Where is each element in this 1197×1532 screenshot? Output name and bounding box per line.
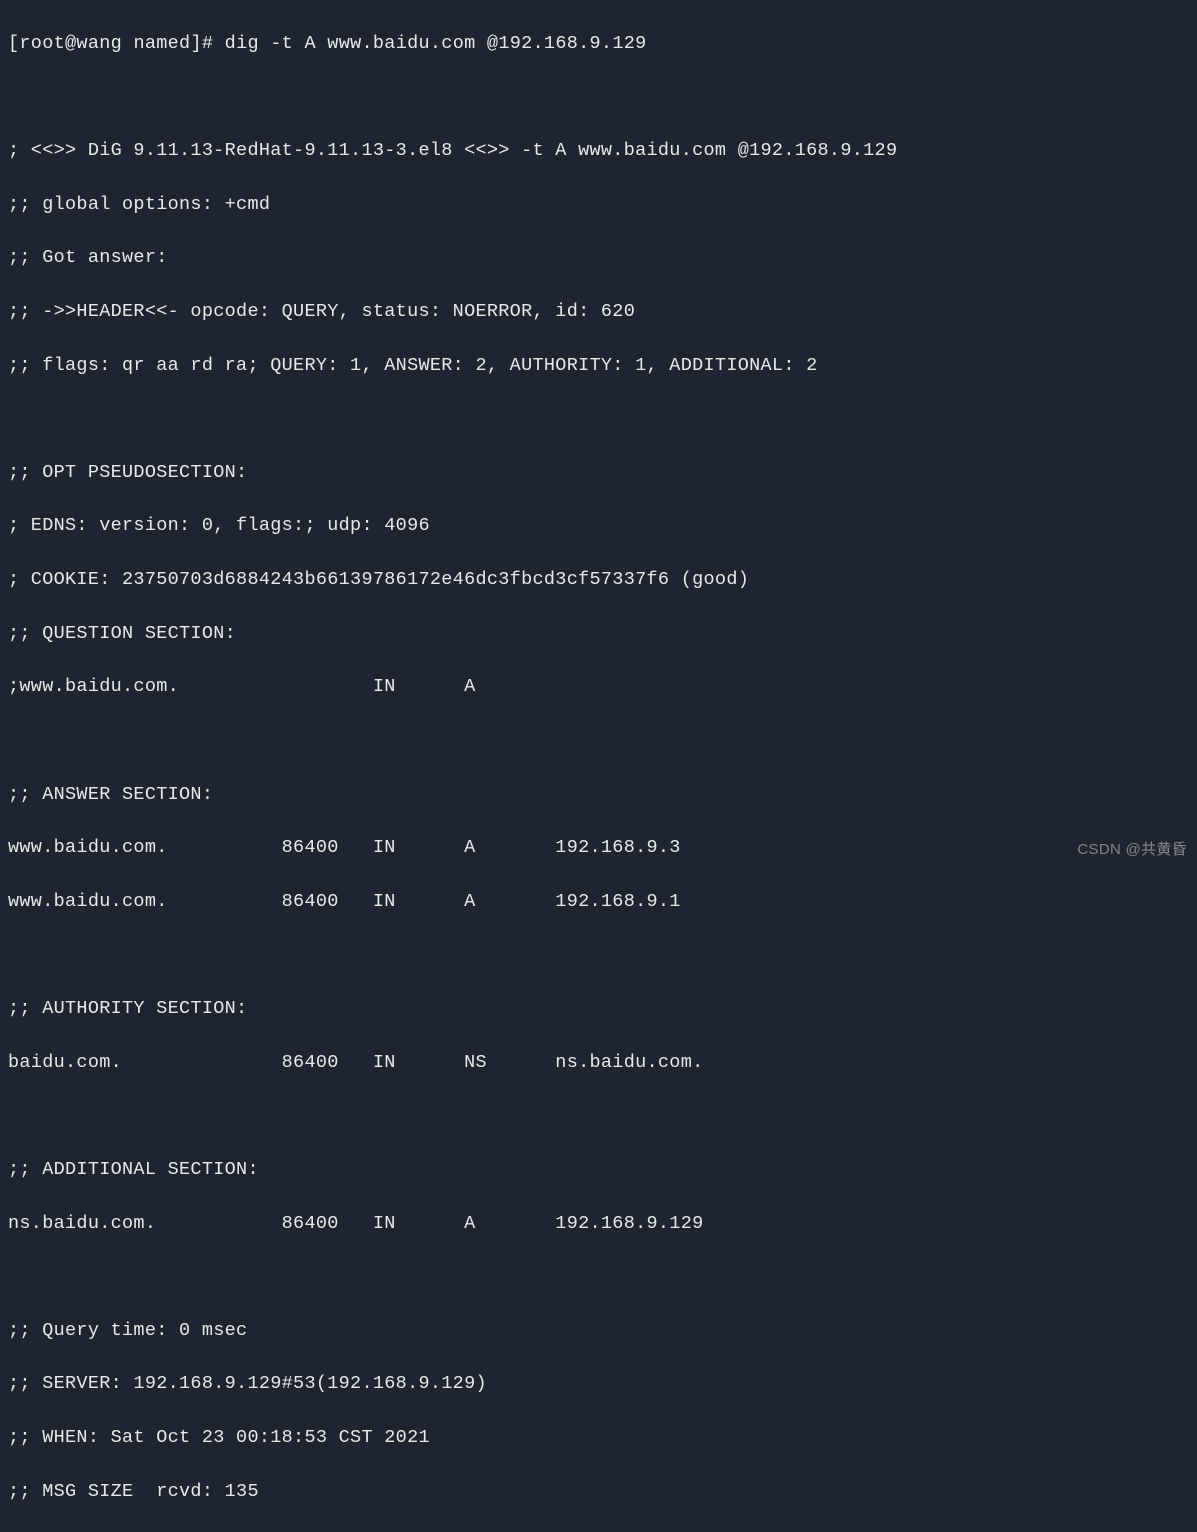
blank-line: [8, 1103, 1189, 1130]
msg-size: ;; MSG SIZE rcvd: 135: [8, 1479, 1189, 1506]
global-options: ;; global options: +cmd: [8, 192, 1189, 219]
header-line: ;; ->>HEADER<<- opcode: QUERY, status: N…: [8, 299, 1189, 326]
blank-line: [8, 728, 1189, 755]
server-line: ;; SERVER: 192.168.9.129#53(192.168.9.12…: [8, 1371, 1189, 1398]
prompt-symbol: #: [202, 33, 213, 54]
prompt-line[interactable]: [root@wang named]# dig -t A www.baidu.co…: [8, 31, 1189, 58]
got-answer: ;; Got answer:: [8, 245, 1189, 272]
cookie-line: ; COOKIE: 23750703d6884243b66139786172e4…: [8, 567, 1189, 594]
blank-line: [8, 84, 1189, 111]
additional-section-title: ;; ADDITIONAL SECTION:: [8, 1157, 1189, 1184]
authority-row: baidu.com. 86400 IN NS ns.baidu.com.: [8, 1050, 1189, 1077]
blank-line: [8, 942, 1189, 969]
when-line: ;; WHEN: Sat Oct 23 00:18:53 CST 2021: [8, 1425, 1189, 1452]
answer-section-title: ;; ANSWER SECTION:: [8, 782, 1189, 809]
query-time: ;; Query time: 0 msec: [8, 1318, 1189, 1345]
flags-line: ;; flags: qr aa rd ra; QUERY: 1, ANSWER:…: [8, 353, 1189, 380]
question-section-title: ;; QUESTION SECTION:: [8, 621, 1189, 648]
answer-row: www.baidu.com. 86400 IN A 192.168.9.1: [8, 889, 1189, 916]
command-text: dig -t A www.baidu.com @192.168.9.129: [225, 33, 647, 54]
answer-row: www.baidu.com. 86400 IN A 192.168.9.3: [8, 835, 1189, 862]
blank-line: [8, 406, 1189, 433]
prompt-user: root: [19, 33, 65, 54]
question-row: ;www.baidu.com. IN A: [8, 674, 1189, 701]
prompt-cwd: named: [133, 33, 190, 54]
authority-section-title: ;; AUTHORITY SECTION:: [8, 996, 1189, 1023]
opt-section-title: ;; OPT PSEUDOSECTION:: [8, 460, 1189, 487]
watermark: CSDN @共黄昏: [1077, 839, 1187, 861]
prompt-host: wang: [76, 33, 122, 54]
terminal-output: [root@wang named]# dig -t A www.baidu.co…: [8, 4, 1189, 1532]
dig-banner: ; <<>> DiG 9.11.13-RedHat-9.11.13-3.el8 …: [8, 138, 1189, 165]
additional-row: ns.baidu.com. 86400 IN A 192.168.9.129: [8, 1211, 1189, 1238]
edns-line: ; EDNS: version: 0, flags:; udp: 4096: [8, 513, 1189, 540]
blank-line: [8, 1264, 1189, 1291]
